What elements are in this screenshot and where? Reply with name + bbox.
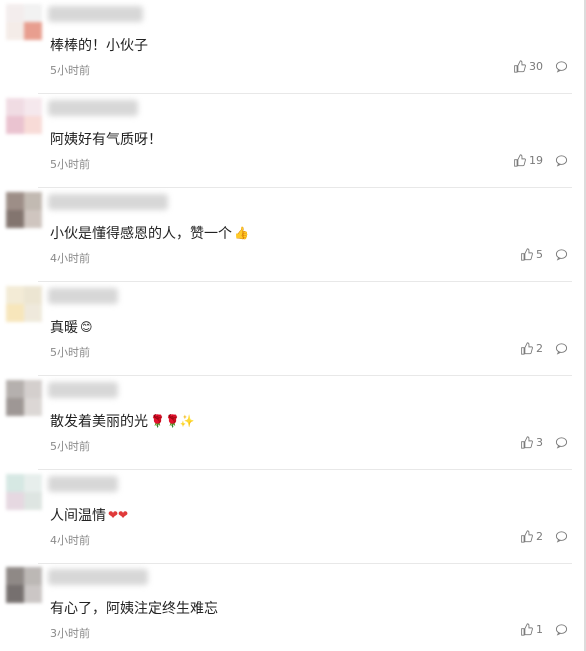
comment-content: 人间温情 ❤❤ — [50, 505, 128, 525]
like-count: 19 — [529, 154, 543, 167]
username[interactable] — [48, 194, 168, 210]
like-button[interactable]: 30 — [513, 60, 543, 73]
comment-time: 3小时前 — [50, 627, 90, 640]
like-button[interactable]: 1 — [520, 623, 543, 636]
reply-icon[interactable] — [555, 623, 568, 636]
username[interactable] — [48, 288, 118, 304]
username[interactable] — [48, 382, 118, 398]
heart-emoji: ❤❤ — [108, 508, 129, 522]
comment-actions: 5 — [520, 248, 568, 261]
comment-content: 小伙是懂得感恩的人，赞一个 👍 — [50, 223, 249, 243]
comment-item: 棒棒的！小伙子 5小时前 30 — [0, 0, 584, 94]
comment-time: 4小时前 — [50, 534, 90, 547]
comment-item: 阿姨好有气质呀！ 5小时前 19 — [0, 94, 584, 188]
like-count: 30 — [529, 60, 543, 73]
like-button[interactable]: 3 — [520, 436, 543, 449]
avatar[interactable] — [6, 474, 42, 510]
thumbs-up-icon — [521, 248, 533, 261]
reply-icon[interactable] — [555, 60, 568, 73]
like-button[interactable]: 5 — [520, 248, 543, 261]
thumbs-up-emoji: 👍 — [234, 226, 249, 240]
comment-content: 有心了，阿姨注定终生难忘 — [50, 598, 220, 618]
rose-emoji: 🌹🌹✨ — [150, 414, 195, 428]
avatar[interactable] — [6, 4, 42, 40]
comment-time: 5小时前 — [50, 440, 90, 453]
avatar[interactable] — [6, 380, 42, 416]
like-button[interactable]: 2 — [520, 342, 543, 355]
avatar[interactable] — [6, 98, 42, 134]
thumbs-up-icon — [521, 623, 533, 636]
comment-item: 散发着美丽的光 🌹🌹✨ 5小时前 3 — [0, 376, 584, 470]
comment-text: 真暖 — [50, 320, 78, 336]
comment-time: 5小时前 — [50, 158, 90, 171]
like-button[interactable]: 2 — [520, 530, 543, 543]
comment-item: 人间温情 ❤❤ 4小时前 2 — [0, 470, 584, 564]
thumbs-up-icon — [521, 530, 533, 543]
comment-content: 真暖 😊 — [50, 317, 93, 337]
reply-icon[interactable] — [555, 248, 568, 261]
comment-time: 4小时前 — [50, 252, 90, 265]
thumbs-up-icon — [521, 436, 533, 449]
comment-actions: 19 — [513, 154, 568, 167]
comment-item: 有心了，阿姨注定终生难忘 3小时前 1 — [0, 563, 584, 651]
comment-item: 真暖 😊 5小时前 2 — [0, 282, 584, 376]
smile-emoji: 😊 — [80, 320, 93, 334]
comment-actions: 30 — [513, 60, 568, 73]
comment-text: 阿姨好有气质呀！ — [50, 132, 162, 148]
like-button[interactable]: 19 — [513, 154, 543, 167]
comment-content: 阿姨好有气质呀！ — [50, 129, 164, 149]
reply-icon[interactable] — [555, 530, 568, 543]
comment-time: 5小时前 — [50, 64, 90, 77]
username[interactable] — [48, 100, 138, 116]
comment-content: 棒棒的！小伙子 — [50, 35, 150, 55]
username[interactable] — [48, 569, 148, 585]
reply-icon[interactable] — [555, 342, 568, 355]
comment-text: 小伙是懂得感恩的人，赞一个 — [50, 226, 232, 242]
comment-actions: 3 — [520, 436, 568, 449]
username[interactable] — [48, 476, 118, 492]
comment-text: 棒棒的！小伙子 — [50, 38, 148, 54]
comment-text: 人间温情 — [50, 508, 106, 524]
like-count: 2 — [536, 530, 543, 543]
like-count: 5 — [536, 248, 543, 261]
comment-text: 散发着美丽的光 — [50, 414, 148, 430]
thumbs-up-icon — [514, 154, 526, 167]
like-count: 3 — [536, 436, 543, 449]
like-count: 2 — [536, 342, 543, 355]
comment-time: 5小时前 — [50, 346, 90, 359]
comment-actions: 2 — [520, 530, 568, 543]
comment-item: 小伙是懂得感恩的人，赞一个 👍 4小时前 5 — [0, 188, 584, 282]
avatar[interactable] — [6, 192, 42, 228]
avatar[interactable] — [6, 286, 42, 322]
comment-content: 散发着美丽的光 🌹🌹✨ — [50, 411, 195, 431]
avatar[interactable] — [6, 567, 42, 603]
comment-actions: 2 — [520, 342, 568, 355]
reply-icon[interactable] — [555, 436, 568, 449]
reply-icon[interactable] — [555, 154, 568, 167]
thumbs-up-icon — [521, 342, 533, 355]
comment-text: 有心了，阿姨注定终生难忘 — [50, 601, 218, 617]
username[interactable] — [48, 6, 143, 22]
comment-list: 棒棒的！小伙子 5小时前 30 阿姨好有气质呀！ 5小时前 19 小伙是懂得感恩… — [0, 0, 586, 651]
like-count: 1 — [536, 623, 543, 636]
comment-actions: 1 — [520, 623, 568, 636]
thumbs-up-icon — [514, 60, 526, 73]
